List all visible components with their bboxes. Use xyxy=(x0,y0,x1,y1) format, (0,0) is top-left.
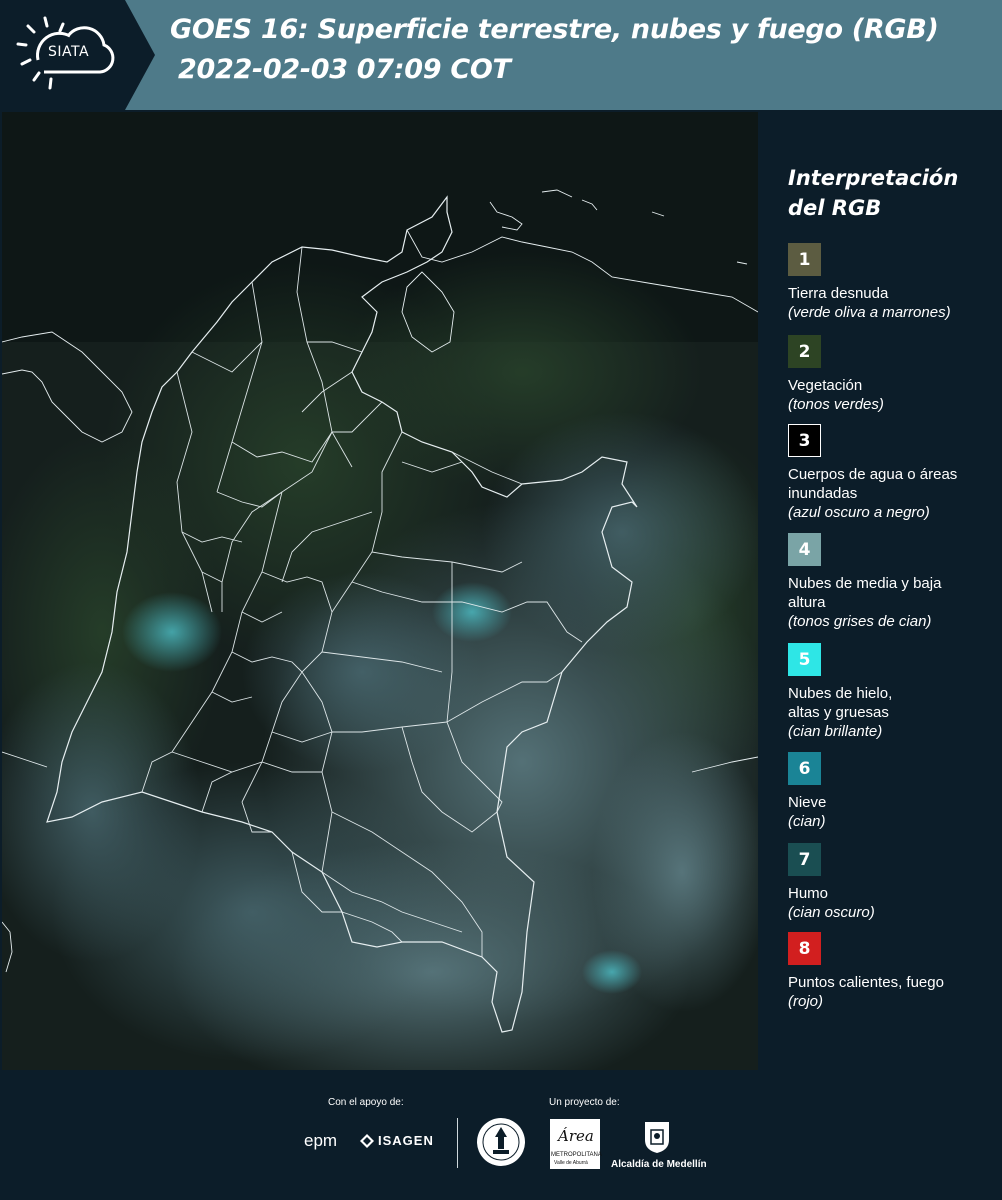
legend-number: 7 xyxy=(798,849,811,870)
legend-note: (azul oscuro a negro) xyxy=(788,504,930,521)
area-logo-line3: Valle de Aburrá xyxy=(554,1160,588,1166)
legend-number: 2 xyxy=(798,341,811,362)
legend-label: Puntos calientes, fuego xyxy=(788,974,944,991)
legend-item-smoke: 7 Humo (cian oscuro) xyxy=(788,843,998,922)
project-caption: Un proyecto de: xyxy=(549,1097,620,1108)
legend-item-ice-clouds: 5 Nubes de hielo, altas y gruesas (cian … xyxy=(788,643,998,741)
area-logo-line2: METROPOLITANA xyxy=(551,1152,602,1158)
legend-label: Nubes de hielo, altas y gruesas xyxy=(788,685,893,721)
area-logo-script: Área xyxy=(558,1127,594,1145)
legend-label: Nieve xyxy=(788,794,827,811)
logo-text: SIATA xyxy=(48,44,90,60)
area-metropolitana-logo[interactable]: Área METROPOLITANA Valle de Aburrá xyxy=(550,1119,602,1169)
legend-note: (rojo) xyxy=(788,993,824,1010)
legend-label: Cuerpos de agua o áreas inundadas xyxy=(788,466,958,502)
map-frame xyxy=(0,110,775,1072)
legend-label: Humo xyxy=(788,885,829,902)
satellite-map[interactable] xyxy=(2,112,758,1070)
legend-note: (verde oliva a marrones) xyxy=(788,304,951,321)
siata-logo[interactable]: SIATA xyxy=(0,0,155,110)
header-bar: SIATA GOES 16: Superficie terrestre, nub… xyxy=(0,0,1002,110)
legend-item-mid-low-clouds: 4 Nubes de media y baja altura (tonos gr… xyxy=(788,533,998,631)
legend-swatch: 2 xyxy=(788,335,821,368)
legend-item-vegetation: 2 Vegetación (tonos verdes) xyxy=(788,335,998,414)
legend-label: Tierra desnuda xyxy=(788,285,889,302)
alcaldia-text: Alcaldía de Medellín xyxy=(611,1159,707,1170)
legend-swatch: 6 xyxy=(788,752,821,785)
support-caption: Con el apoyo de: xyxy=(328,1097,404,1108)
medellin-seal-icon[interactable] xyxy=(476,1117,526,1167)
legend-item-fire: 8 Puntos calientes, fuego (rojo) xyxy=(788,932,998,1011)
legend-label: Vegetación xyxy=(788,377,863,394)
legend-number: 4 xyxy=(798,539,811,560)
legend-note: (cian) xyxy=(788,813,826,830)
legend-swatch: 3 xyxy=(788,424,821,457)
legend-number: 8 xyxy=(798,938,811,959)
legend-title-line2: del RGB xyxy=(788,196,882,220)
legend-item-water: 3 Cuerpos de agua o áreas inundadas (azu… xyxy=(788,424,998,522)
legend-title: Interpretación del RGB xyxy=(788,163,988,223)
legend-number: 1 xyxy=(798,249,811,270)
epm-logo[interactable]: epm xyxy=(304,1131,337,1151)
legend-note: (cian brillante) xyxy=(788,723,883,740)
legend-title-line1: Interpretación xyxy=(788,166,959,190)
legend-item-snow: 6 Nieve (cian) xyxy=(788,752,998,831)
coat-of-arms-icon[interactable] xyxy=(643,1118,671,1154)
legend-swatch: 8 xyxy=(788,932,821,965)
legend-swatch: 1 xyxy=(788,243,821,276)
legend-item-bare-soil: 1 Tierra desnuda (verde oliva a marrones… xyxy=(788,243,998,322)
page-timestamp: 2022-02-03 07:09 COT xyxy=(178,54,511,85)
isagen-text: ISAGEN xyxy=(378,1133,434,1148)
legend-note: (tonos grises de cian) xyxy=(788,613,932,630)
legend-swatch: 7 xyxy=(788,843,821,876)
legend-number: 6 xyxy=(798,758,811,779)
legend-number: 5 xyxy=(798,649,811,670)
isagen-icon xyxy=(360,1134,374,1148)
legend-number: 3 xyxy=(798,430,811,451)
legend-label: Nubes de media y baja altura xyxy=(788,575,942,611)
page-title: GOES 16: Superficie terrestre, nubes y f… xyxy=(170,14,939,45)
footer-divider xyxy=(457,1118,458,1168)
legend-note: (tonos verdes) xyxy=(788,396,884,413)
legend-swatch: 4 xyxy=(788,533,821,566)
legend-note: (cian oscuro) xyxy=(788,904,875,921)
legend-swatch: 5 xyxy=(788,643,821,676)
